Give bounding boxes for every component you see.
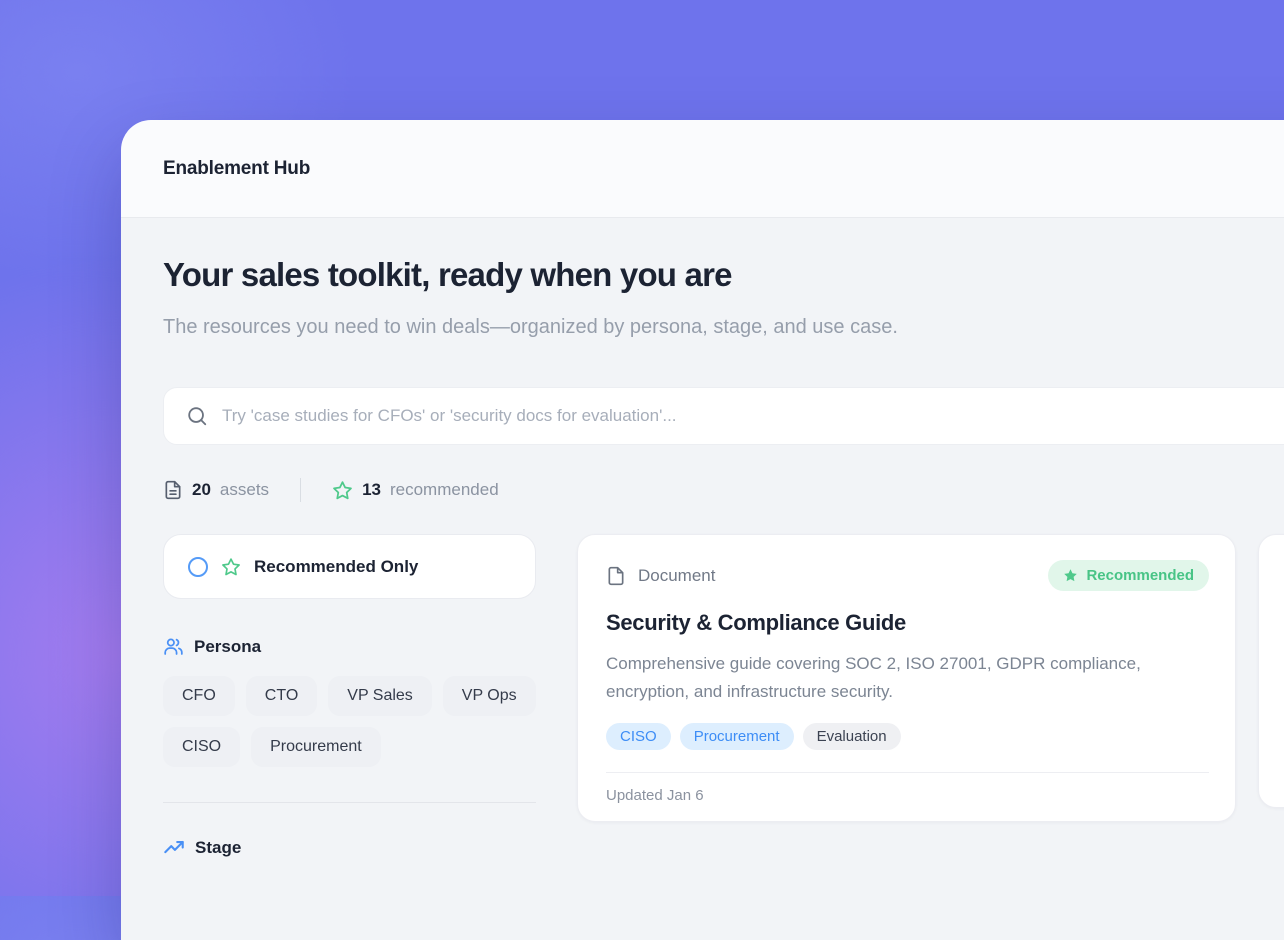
- star-filled-icon: [1063, 568, 1078, 583]
- assets-count: 20: [192, 480, 211, 500]
- recommended-badge: Recommended: [1048, 560, 1209, 591]
- app-title: Enablement Hub: [163, 158, 310, 180]
- persona-filter-group: Persona CFO CTO VP Sales VP Ops CISO Pro…: [163, 636, 536, 767]
- search-input[interactable]: [222, 406, 1284, 426]
- recommended-label: recommended: [390, 480, 499, 500]
- recommended-only-label: Recommended Only: [254, 557, 418, 577]
- sidebar-divider: [163, 802, 536, 803]
- stats-row: 20 assets 13 recommended: [163, 478, 1284, 502]
- card-tags: CISO Procurement Evaluation: [606, 723, 1209, 750]
- panel-body: Your sales toolkit, ready when you are T…: [121, 217, 1284, 940]
- stage-filter-group: Stage: [163, 837, 536, 859]
- card-type-label: Document: [638, 566, 715, 586]
- radio-circle-icon[interactable]: [188, 557, 208, 577]
- persona-chip-procurement[interactable]: Procurement: [251, 727, 381, 767]
- file-icon: [606, 566, 626, 586]
- persona-chip-cto[interactable]: CTO: [246, 676, 317, 716]
- search-bar[interactable]: [163, 387, 1284, 445]
- star-icon: [332, 480, 353, 501]
- filter-sidebar: Recommended Only Persona: [163, 534, 536, 859]
- persona-chip-vp-sales[interactable]: VP Sales: [328, 676, 432, 716]
- card-tag-evaluation: Evaluation: [803, 723, 901, 750]
- file-text-icon: [163, 480, 183, 500]
- persona-group-label: Persona: [194, 637, 261, 657]
- trending-up-icon: [163, 837, 185, 859]
- recommended-only-toggle[interactable]: Recommended Only: [163, 534, 536, 599]
- page-title: Your sales toolkit, ready when you are: [163, 256, 1284, 294]
- card-tag-procurement: Procurement: [680, 723, 794, 750]
- recommended-count: 13: [362, 480, 381, 500]
- star-icon: [221, 557, 241, 577]
- card-title: Security & Compliance Guide: [606, 610, 1209, 638]
- persona-chip-cfo[interactable]: CFO: [163, 676, 235, 716]
- asset-card-security-compliance[interactable]: Document Recommended Security & Complian…: [577, 534, 1236, 822]
- search-icon: [186, 405, 208, 427]
- persona-chips: CFO CTO VP Sales VP Ops CISO Procurement: [163, 676, 536, 767]
- card-description: Comprehensive guide covering SOC 2, ISO …: [606, 650, 1184, 706]
- panel-header: Enablement Hub: [121, 120, 1284, 217]
- asset-card-partial[interactable]: [1258, 534, 1284, 808]
- cards-grid: Document Recommended Security & Complian…: [577, 534, 1284, 822]
- content-row: Recommended Only Persona: [163, 534, 1284, 859]
- page-subtitle: The resources you need to win deals—orga…: [163, 310, 943, 345]
- assets-label: assets: [220, 480, 269, 500]
- stage-group-label: Stage: [195, 838, 241, 858]
- persona-chip-ciso[interactable]: CISO: [163, 727, 240, 767]
- users-icon: [163, 636, 184, 657]
- recommended-badge-label: Recommended: [1086, 567, 1194, 584]
- card-updated: Updated Jan 6: [606, 772, 1209, 821]
- card-tag-ciso: CISO: [606, 723, 671, 750]
- stats-divider: [300, 478, 301, 502]
- enablement-hub-panel: Enablement Hub Your sales toolkit, ready…: [121, 120, 1284, 940]
- persona-chip-vp-ops[interactable]: VP Ops: [443, 676, 536, 716]
